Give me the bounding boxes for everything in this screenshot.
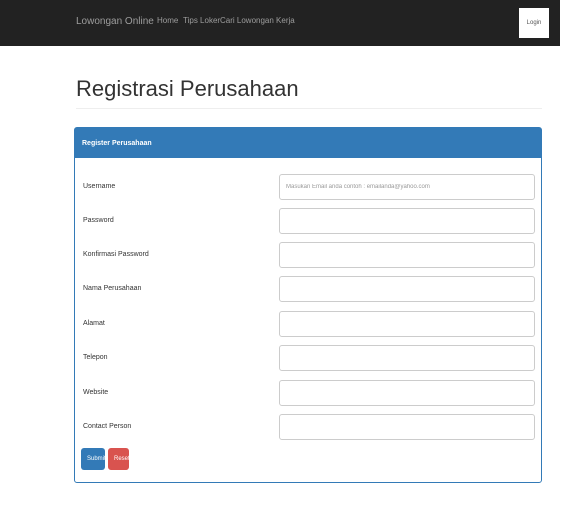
reset-button[interactable]: Reset <box>108 448 130 470</box>
password-label: Password <box>83 217 114 224</box>
title-divider <box>76 108 542 109</box>
form-row-contact-person: Contact Person <box>75 414 541 442</box>
page-title: Registrasi Perusahaan <box>76 76 299 101</box>
confirm-password-label: Konfirmasi Password <box>83 251 149 258</box>
phone-input[interactable] <box>279 345 535 371</box>
form-row-username: Username <box>75 174 541 202</box>
contact-person-input[interactable] <box>279 414 535 440</box>
nav-link-cari-lowongan[interactable]: Cari Lowongan Kerja <box>220 16 295 25</box>
login-button[interactable]: Login <box>519 8 549 38</box>
company-name-input[interactable] <box>279 276 535 302</box>
nav-link-tips-loker[interactable]: Tips Loker <box>183 16 220 25</box>
panel-heading: Register Perusahaan <box>75 128 541 158</box>
form-row-website: Website <box>75 380 541 408</box>
confirm-password-input[interactable] <box>279 242 535 268</box>
form-row-confirm-password: Konfirmasi Password <box>75 242 541 270</box>
address-input[interactable] <box>279 311 535 337</box>
nav-link-home[interactable]: Home <box>157 16 178 25</box>
username-input[interactable] <box>279 174 535 200</box>
address-label: Alamat <box>83 320 105 327</box>
submit-button[interactable]: Submit <box>81 448 106 470</box>
top-navbar: Lowongan Online Home Tips Loker Cari Low… <box>0 0 560 46</box>
website-input[interactable] <box>279 380 535 406</box>
phone-label: Telepon <box>83 354 108 361</box>
form-row-password: Password <box>75 208 541 236</box>
form-row-address: Alamat <box>75 311 541 339</box>
website-label: Website <box>83 389 109 396</box>
registration-panel: Register Perusahaan Username Password Ko… <box>74 127 542 483</box>
company-name-label: Nama Perusahaan <box>83 285 142 292</box>
username-label: Username <box>83 183 116 190</box>
password-input[interactable] <box>279 208 535 234</box>
contact-person-label: Contact Person <box>83 423 132 430</box>
navbar-brand[interactable]: Lowongan Online <box>76 16 154 27</box>
form-row-company-name: Nama Perusahaan <box>75 276 541 304</box>
form-row-phone: Telepon <box>75 345 541 373</box>
